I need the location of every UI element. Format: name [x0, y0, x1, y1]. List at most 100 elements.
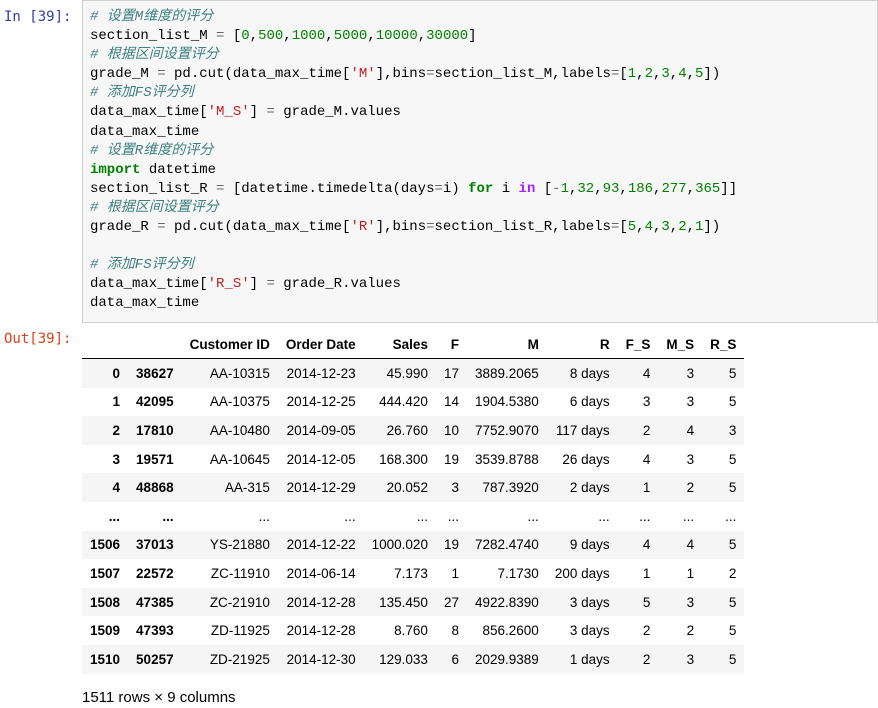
column-header: Customer ID: [181, 331, 278, 359]
dataframe-table: Customer ID Order Date Sales F M R F_S M_S R_S 0…: [82, 331, 745, 674]
code-token: grade_R.values: [274, 276, 401, 293]
code-token: 5000: [333, 28, 368, 45]
code-token: =: [157, 219, 166, 236]
table-cell: 2014-12-30: [286, 651, 356, 667]
code-token: data_max_time[: [90, 104, 208, 121]
code-line: data_max_time['M_S'] = grade_M.values: [90, 103, 737, 122]
column-header: Sales: [363, 331, 436, 359]
table-cell: 14: [443, 394, 459, 410]
table-cell: 19: [443, 451, 459, 467]
column-header: F_S: [617, 331, 659, 359]
output-prompt: Out[39]:: [4, 331, 72, 347]
code-token: ]: [468, 28, 477, 45]
table-row: 4 48868 AA-315 2014-12-29 20.052 3 787.3920 2 d…: [82, 473, 745, 502]
code-token: pd.cut(data_max_time[: [165, 219, 351, 236]
table-cell: 5: [728, 480, 737, 496]
table-cell: ...: [725, 508, 737, 524]
table-cell: 26.760: [386, 422, 428, 438]
table-cell: 4: [642, 365, 651, 381]
table-cell: 5: [728, 594, 737, 610]
table-cell: 20.052: [386, 480, 428, 496]
code-token: i): [442, 180, 469, 197]
code-token: ,: [417, 28, 427, 45]
code-line: # 添加FS评分列: [90, 256, 737, 275]
code-token: # 根据区间设置评分: [90, 199, 219, 216]
code-token: [: [224, 28, 242, 45]
row-index-cell: 1507: [90, 565, 121, 581]
table-cell: 5: [728, 651, 737, 667]
column-header: M: [466, 331, 547, 359]
code-token: 3: [661, 66, 670, 83]
table-row: 3 19571 AA-10645 2014-12-05 168.300 19 3539.87…: [82, 444, 745, 474]
code-token: ,: [686, 66, 696, 83]
code-token: ,: [686, 180, 696, 197]
code-line: grade_M = pd.cut(data_max_time['M'],bins…: [90, 65, 737, 84]
code-line: section_list_M = [0,500,1000,5000,10000,…: [90, 27, 737, 46]
table-cell: ...: [447, 508, 459, 524]
code-token: 'R_S': [207, 276, 250, 293]
code-line: # 添加FS评分列: [90, 84, 737, 103]
code-token: 'M': [350, 66, 376, 83]
table-cell: 5: [728, 537, 737, 553]
table-cell: 3: [686, 651, 695, 667]
table-cell: 7.173: [394, 565, 428, 581]
table-cell: 2: [686, 623, 695, 639]
table-row: 1509 47393 ZD-11925 2014-12-28 8.760 8 856.260…: [82, 616, 745, 645]
row-index-cell: 22572: [136, 565, 174, 581]
table-cell: 1: [642, 565, 651, 581]
table-cell: 5: [728, 451, 737, 467]
table-cell: 2014-12-29: [286, 480, 356, 496]
code-token: =: [426, 219, 435, 236]
row-index-cell: 48868: [136, 480, 174, 496]
code-token: =: [426, 66, 435, 83]
code-token: -: [552, 180, 561, 197]
code-token: ,: [669, 66, 679, 83]
code-line: section_list_R = [datetime.timedelta(day…: [90, 180, 737, 199]
row-index-cell: 17810: [136, 422, 174, 438]
code-cell-input[interactable]: # 设置M维度的评分 section_list_M = [0,500,1000,5…: [82, 0, 878, 323]
code-token: 365: [695, 180, 721, 197]
code-token: =: [157, 66, 166, 83]
table-cell: ZC-11910: [210, 565, 270, 581]
table-cell: ZD-21925: [209, 651, 270, 667]
table-cell: 3: [686, 451, 695, 467]
table-row: 1508 47385 ZC-21910 2014-12-28 135.450 27 4922…: [82, 587, 745, 617]
code-line: import datetime: [90, 161, 737, 180]
table-cell: 4: [642, 537, 651, 553]
table-cell: 4: [686, 537, 695, 553]
code-token: in: [518, 180, 536, 197]
table-cell: 2014-12-28: [286, 623, 356, 639]
table-cell: 168.300: [379, 451, 428, 467]
table-cell: 3: [451, 480, 459, 496]
table-cell: 19: [443, 537, 459, 553]
code-token: grade_M.values: [274, 104, 401, 121]
code-token: ]: [249, 276, 267, 293]
code-token: 30000: [426, 28, 469, 45]
table-cell: 10: [443, 422, 459, 438]
table-cell: ZC-21910: [209, 594, 270, 610]
table-cell: 6 days: [569, 394, 610, 410]
table-cell: 129.033: [379, 651, 428, 667]
table-cell: 2: [642, 651, 651, 667]
row-index-cell: ...: [162, 508, 174, 524]
row-index-cell: 47393: [136, 623, 174, 639]
table-row: 1507 22572 ZC-11910 2014-06-14 7.173 1 7.1730 2…: [82, 559, 745, 588]
code-token: [datetime.timedelta(days: [224, 180, 435, 197]
code-token: ]: [249, 104, 267, 121]
table-cell: ZD-11925: [210, 623, 270, 639]
table-cell: 3: [686, 394, 695, 410]
code-editor[interactable]: # 设置M维度的评分 section_list_M = [0,500,1000,5…: [90, 8, 737, 314]
code-token: [: [619, 219, 628, 236]
code-token: 3: [661, 219, 670, 236]
code-line: # 根据区间设置评分: [90, 46, 737, 65]
table-cell: 2029.9389: [474, 651, 539, 667]
code-token: i: [493, 180, 519, 197]
table-cell: 856.2600: [482, 623, 539, 639]
table-cell: 8 days: [569, 365, 610, 381]
code-line: data_max_time: [90, 294, 737, 313]
table-cell: AA-10645: [209, 451, 270, 467]
table-cell: 1000.020: [371, 537, 428, 553]
code-token: 4: [678, 66, 687, 83]
code-token: 32: [577, 180, 595, 197]
